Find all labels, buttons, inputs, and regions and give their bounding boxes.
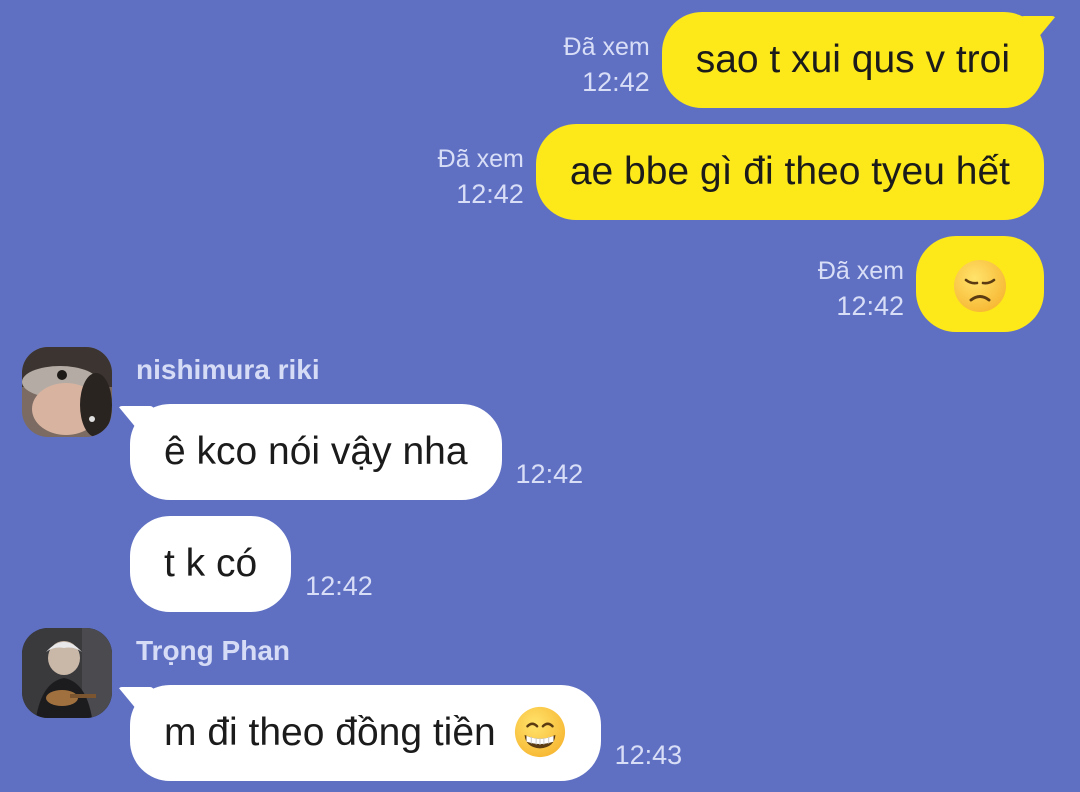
incoming-bubble[interactable]: ê kco nói vậy nha xyxy=(130,404,502,500)
sender-name: nishimura riki xyxy=(136,354,320,385)
message-meta: Đã xem 12:42 xyxy=(564,32,650,102)
seen-status: Đã xem xyxy=(817,257,904,285)
message-time: 12:43 xyxy=(614,740,683,770)
outgoing-bubble[interactable]: ae bbe gì đi theo tyeu hết xyxy=(535,124,1044,220)
incoming-message-row: t k có 12:42 xyxy=(130,516,373,612)
seen-status: Đã xem xyxy=(563,33,650,61)
incoming-bubble[interactable]: m đi theo đồng tiền xyxy=(130,685,601,781)
incoming-bubble[interactable]: t k có xyxy=(130,516,292,612)
message-time: 12:42 xyxy=(456,179,524,209)
sender-name: Trọng Phan xyxy=(136,635,290,666)
message-text: m đi theo đồng tiền xyxy=(164,711,496,754)
message-meta: Đã xem 12:42 xyxy=(438,144,524,214)
message-time: 12:42 xyxy=(582,67,650,97)
message-time: 12:42 xyxy=(836,291,904,321)
incoming-message-row: m đi theo đồng tiền 12:43 xyxy=(130,685,682,781)
message-text: t k có xyxy=(164,542,258,585)
message-time: 12:42 xyxy=(305,571,373,601)
outgoing-message-row: Đã xem 12:42 sao t xui qus v troi xyxy=(564,12,1044,108)
outgoing-message-row: Đã xem 12:42 xyxy=(818,236,1044,332)
seen-status: Đã xem xyxy=(437,145,524,173)
disappointed-face-icon xyxy=(954,259,1006,312)
avatar-photo-icon xyxy=(22,628,112,718)
message-time: 12:42 xyxy=(515,459,584,489)
message-meta: Đã xem 12:42 xyxy=(818,256,904,326)
avatar-photo-icon xyxy=(22,347,112,437)
incoming-message-row: ê kco nói vậy nha 12:42 xyxy=(130,404,583,500)
message-text: ê kco nói vậy nha xyxy=(164,430,468,473)
avatar[interactable] xyxy=(22,628,112,718)
message-text: ae bbe gì đi theo tyeu hết xyxy=(569,150,1010,193)
outgoing-bubble[interactable]: sao t xui qus v troi xyxy=(661,12,1044,108)
avatar[interactable] xyxy=(22,347,112,437)
outgoing-message-row: Đã xem 12:42 ae bbe gì đi theo tyeu hết xyxy=(438,124,1044,220)
message-text: sao t xui qus v troi xyxy=(695,38,1010,81)
grinning-face-icon xyxy=(514,706,565,757)
chat-thread: Đã xem 12:42 sao t xui qus v troi Đã xem… xyxy=(0,0,1080,792)
outgoing-bubble[interactable] xyxy=(916,236,1044,332)
